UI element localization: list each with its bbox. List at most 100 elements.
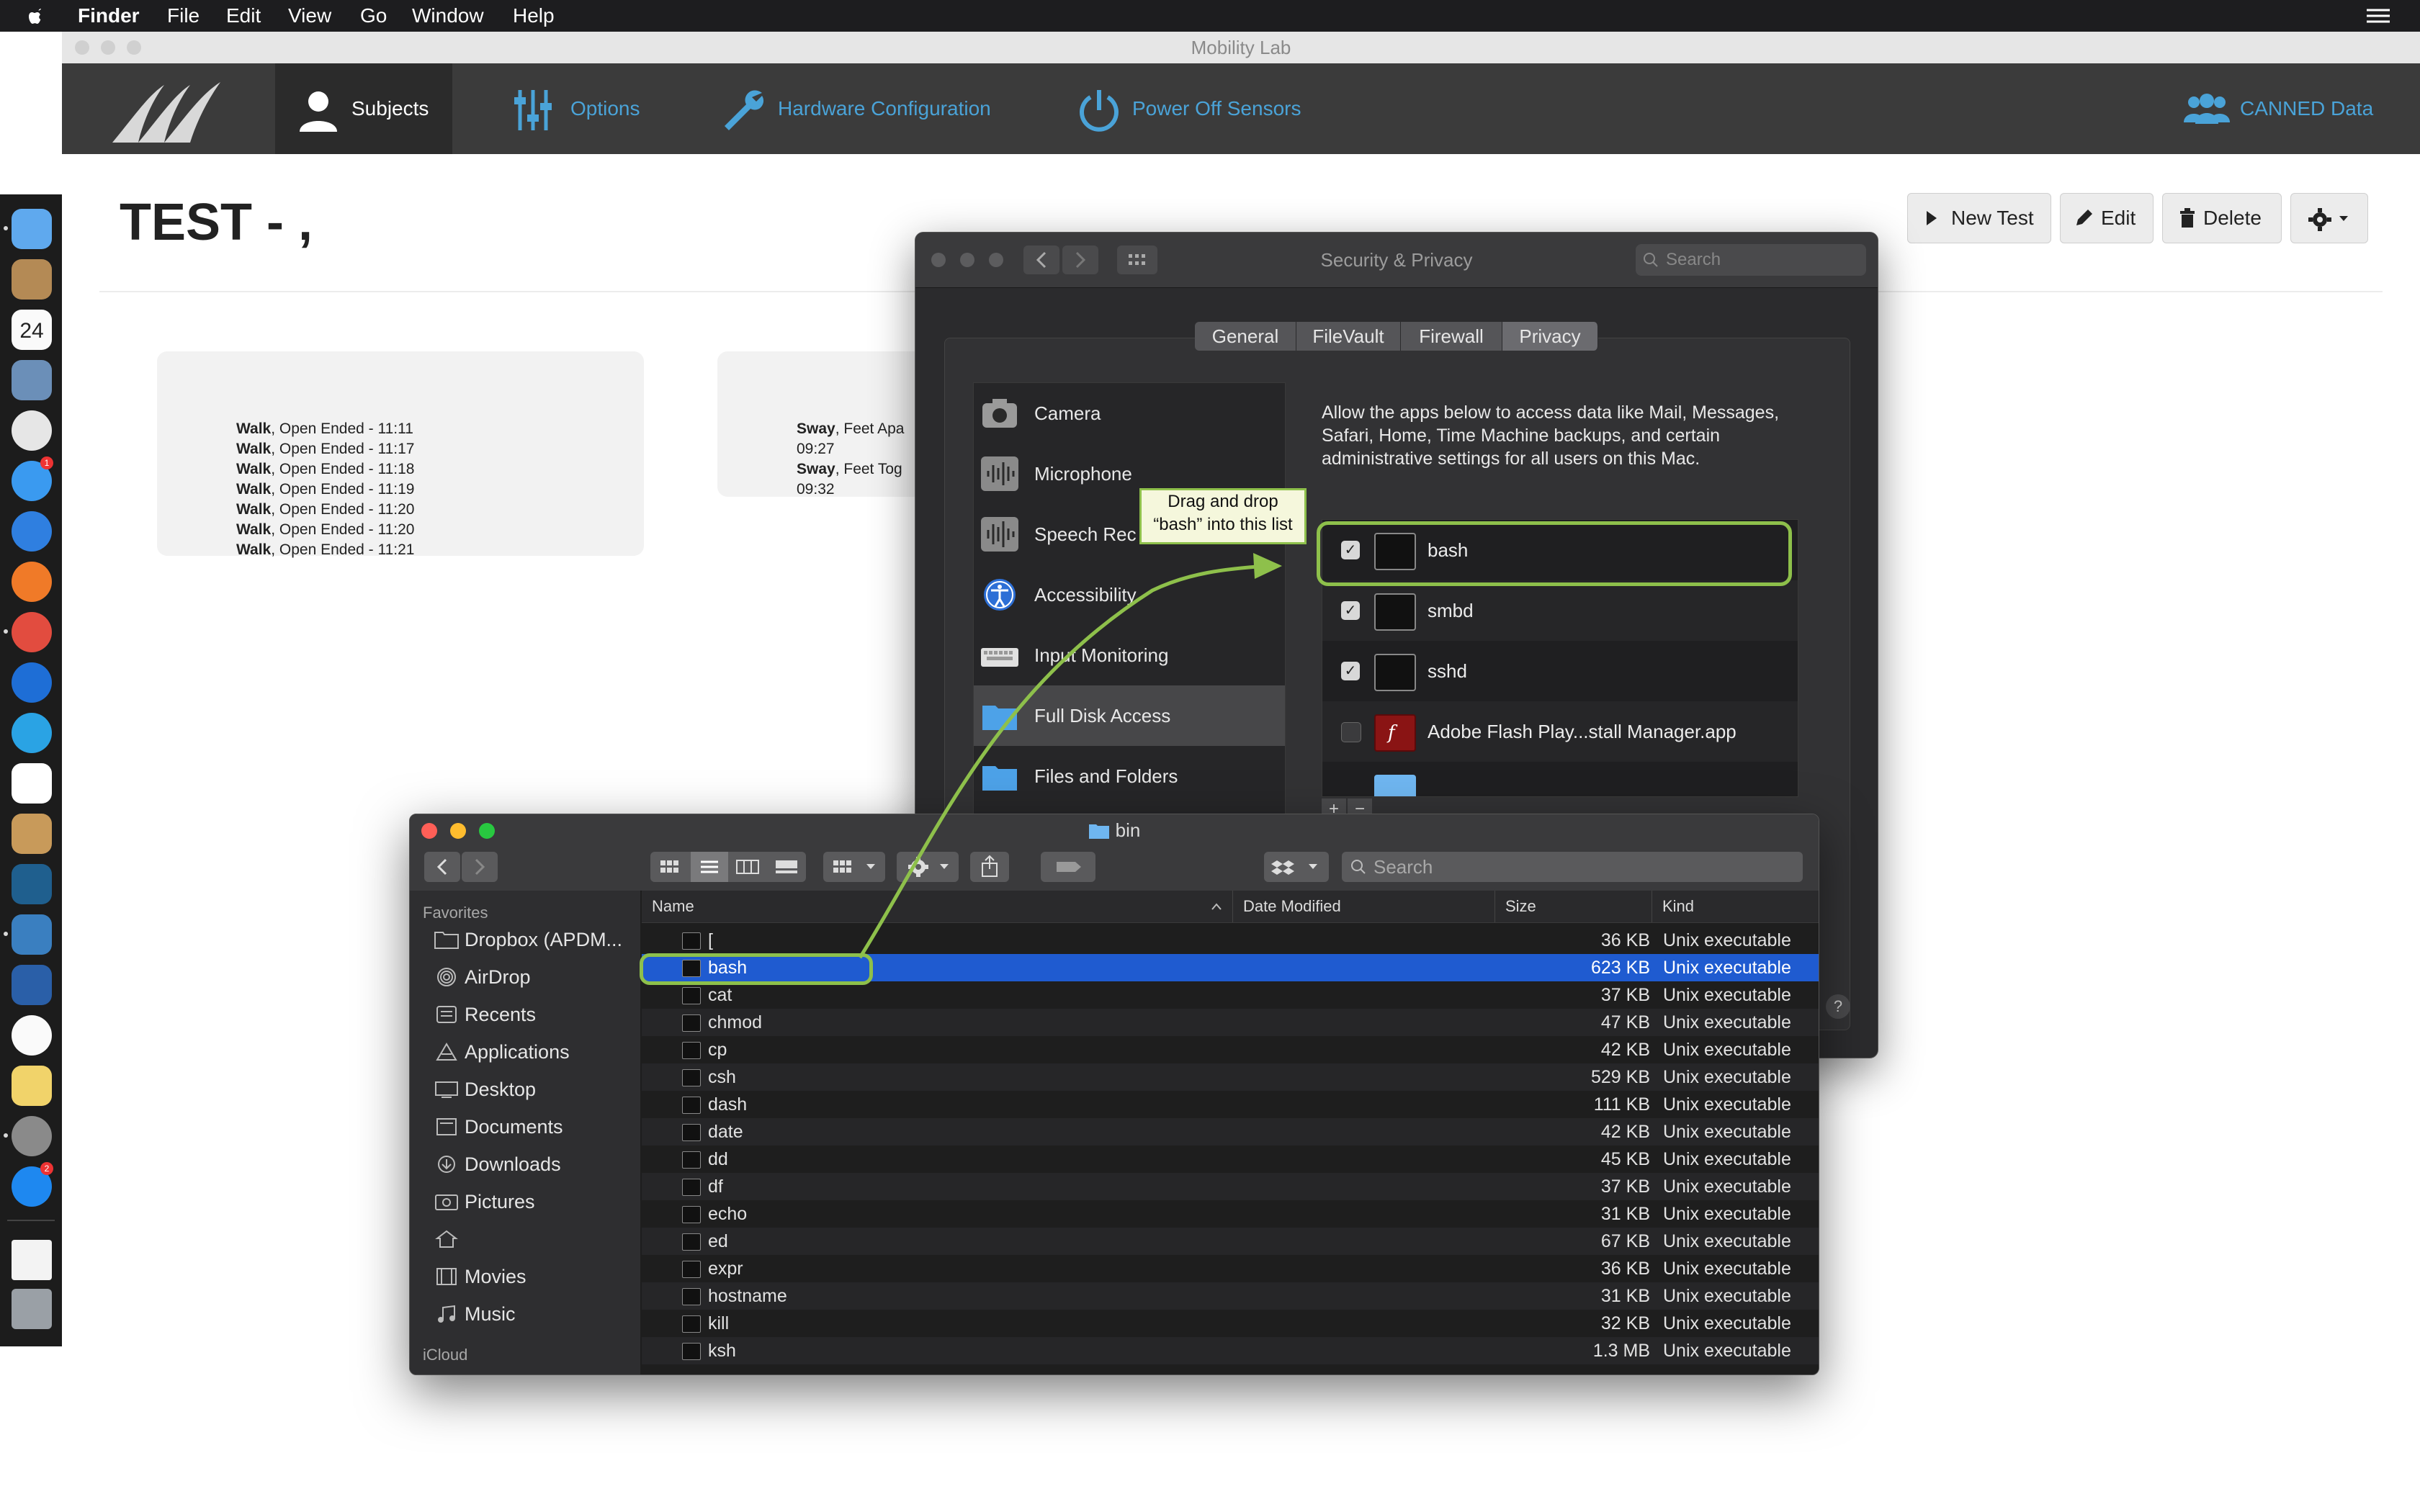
- sidebar-item-label: AirDrop: [465, 966, 531, 988]
- boot-icon[interactable]: [12, 914, 52, 955]
- file-row[interactable]: dash 111 KB Unix executable: [642, 1091, 1819, 1118]
- file-name: dd: [708, 1149, 728, 1169]
- file-row[interactable]: dd 45 KB Unix executable: [642, 1146, 1819, 1173]
- gallery-view-icon[interactable]: [774, 859, 799, 875]
- file-row[interactable]: ksh 1.3 MB Unix executable: [642, 1337, 1819, 1364]
- settings-dropdown-button[interactable]: [2290, 193, 2368, 243]
- icloud-header: iCloud: [423, 1346, 468, 1364]
- column-header-size[interactable]: Size: [1494, 891, 1621, 922]
- firefox-icon[interactable]: [12, 562, 52, 602]
- app-checkbox[interactable]: ✓: [1341, 601, 1360, 620]
- file-row[interactable]: expr 36 KB Unix executable: [642, 1255, 1819, 1282]
- app-checkbox[interactable]: [1341, 722, 1361, 742]
- sidebar-item-label: Recents: [465, 1004, 537, 1025]
- back-button[interactable]: [424, 852, 460, 882]
- pdf-icon[interactable]: [12, 763, 52, 804]
- menu-window[interactable]: Window: [412, 0, 484, 32]
- calendar-icon[interactable]: 24: [12, 310, 52, 350]
- teamviewer-icon[interactable]: [12, 662, 52, 703]
- preview-icon[interactable]: [12, 360, 52, 400]
- menu-go[interactable]: Go: [360, 0, 387, 32]
- nav-hardware-configuration[interactable]: Hardware Configuration: [720, 63, 1066, 154]
- file-kind: Unix executable: [1663, 958, 1791, 978]
- system-preferences-icon[interactable]: [12, 1116, 52, 1156]
- security-search-input[interactable]: Search: [1636, 244, 1866, 276]
- nav-options[interactable]: Options: [513, 63, 714, 154]
- music-icon[interactable]: [12, 1015, 52, 1056]
- waveform-icon[interactable]: [12, 864, 52, 904]
- nav-canned-data[interactable]: CANNED Data: [2184, 63, 2400, 154]
- tab-general[interactable]: General: [1195, 322, 1296, 351]
- skype-icon[interactable]: [12, 713, 52, 753]
- file-kind: Unix executable: [1663, 930, 1791, 950]
- tab-filevault[interactable]: FileVault: [1296, 322, 1401, 351]
- test-card-sway[interactable]: Sway, Feet Apa 09:27 Sway, Feet Tog 09:32: [717, 351, 926, 497]
- file-row[interactable]: chmod 47 KB Unix executable: [642, 1009, 1819, 1036]
- category-camera[interactable]: Camera: [974, 383, 1285, 444]
- menu-edit[interactable]: Edit: [226, 0, 261, 32]
- test-card-walk[interactable]: Walk, Open Ended - 11:11 Walk, Open Ended…: [157, 351, 644, 558]
- menu-help[interactable]: Help: [513, 0, 555, 32]
- chevron-down-icon: [2339, 216, 2348, 221]
- menu-view[interactable]: View: [288, 0, 331, 32]
- finder-icon[interactable]: [12, 209, 52, 249]
- app-row-smbd[interactable]: ✓ smbd: [1322, 580, 1798, 641]
- apple-icon[interactable]: [27, 0, 48, 32]
- paintbrush-icon[interactable]: [12, 814, 52, 854]
- menu-app-finder[interactable]: Finder: [78, 0, 140, 32]
- stickies-icon[interactable]: [12, 1066, 52, 1106]
- file-row[interactable]: echo 31 KB Unix executable: [642, 1200, 1819, 1228]
- menu-file[interactable]: File: [167, 0, 200, 32]
- zoom-button[interactable]: [127, 40, 141, 55]
- file-row[interactable]: cp 42 KB Unix executable: [642, 1036, 1819, 1063]
- nav-options-label: Options: [570, 97, 640, 120]
- test-entry: Walk, Open Ended - 11:18: [236, 459, 415, 480]
- new-test-button[interactable]: New Test: [1907, 193, 2051, 243]
- tab-firewall[interactable]: Firewall: [1401, 322, 1502, 351]
- app-checkbox[interactable]: ✓: [1341, 662, 1360, 680]
- list-view-button[interactable]: [691, 852, 728, 882]
- search-icon: [1644, 253, 1658, 267]
- safari-icon[interactable]: [12, 511, 52, 552]
- test-detail: 09:27: [797, 441, 835, 457]
- forward-button[interactable]: [462, 852, 498, 882]
- minimize-button[interactable]: [101, 40, 115, 55]
- file-row[interactable]: date 42 KB Unix executable: [642, 1118, 1819, 1146]
- chrome-icon[interactable]: [12, 612, 52, 652]
- column-view-icon[interactable]: [735, 859, 760, 875]
- column-header-kind[interactable]: Kind: [1652, 891, 1806, 922]
- gear-icon: [2308, 208, 2331, 231]
- executable-icon: [682, 987, 701, 1004]
- icon-view-icon[interactable]: [658, 859, 682, 875]
- app-row-adobe-flash[interactable]: f Adobe Flash Play...stall Manager.app: [1322, 701, 1798, 762]
- nav-subjects[interactable]: Subjects: [275, 63, 452, 154]
- document-icon[interactable]: [12, 1240, 52, 1280]
- nav-power-off-sensors[interactable]: Power Off Sensors: [1076, 63, 1379, 154]
- hair-icon[interactable]: [12, 965, 52, 1005]
- nav-hardware-label: Hardware Configuration: [778, 97, 991, 120]
- file-row[interactable]: ed 67 KB Unix executable: [642, 1228, 1819, 1255]
- help-button[interactable]: ?: [1826, 994, 1850, 1019]
- slack-icon[interactable]: [12, 410, 52, 451]
- messages-badge: 1: [40, 456, 53, 469]
- delete-button[interactable]: Delete: [2162, 193, 2282, 243]
- sliders-icon: [514, 90, 552, 130]
- executable-icon: [682, 1042, 701, 1059]
- notification-center-icon[interactable]: [2364, 0, 2393, 32]
- file-row[interactable]: cat 37 KB Unix executable: [642, 981, 1819, 1009]
- close-button[interactable]: [75, 40, 89, 55]
- app-row-sshd[interactable]: ✓ sshd: [1322, 641, 1798, 701]
- file-row[interactable]: df 37 KB Unix executable: [642, 1173, 1819, 1200]
- file-row[interactable]: kill 32 KB Unix executable: [642, 1310, 1819, 1337]
- edit-button[interactable]: Edit: [2060, 193, 2154, 243]
- test-type: Walk: [236, 461, 272, 477]
- file-row[interactable]: hostname 31 KB Unix executable: [642, 1282, 1819, 1310]
- file-kind: Unix executable: [1663, 1176, 1791, 1197]
- tab-privacy[interactable]: Privacy: [1502, 322, 1598, 351]
- trash-icon[interactable]: [12, 1289, 52, 1329]
- delete-label: Delete: [2203, 207, 2262, 229]
- finder-search-input[interactable]: Search: [1342, 852, 1803, 882]
- file-name: expr: [708, 1259, 743, 1279]
- notes-icon[interactable]: [12, 259, 52, 300]
- file-row[interactable]: csh 529 KB Unix executable: [642, 1063, 1819, 1091]
